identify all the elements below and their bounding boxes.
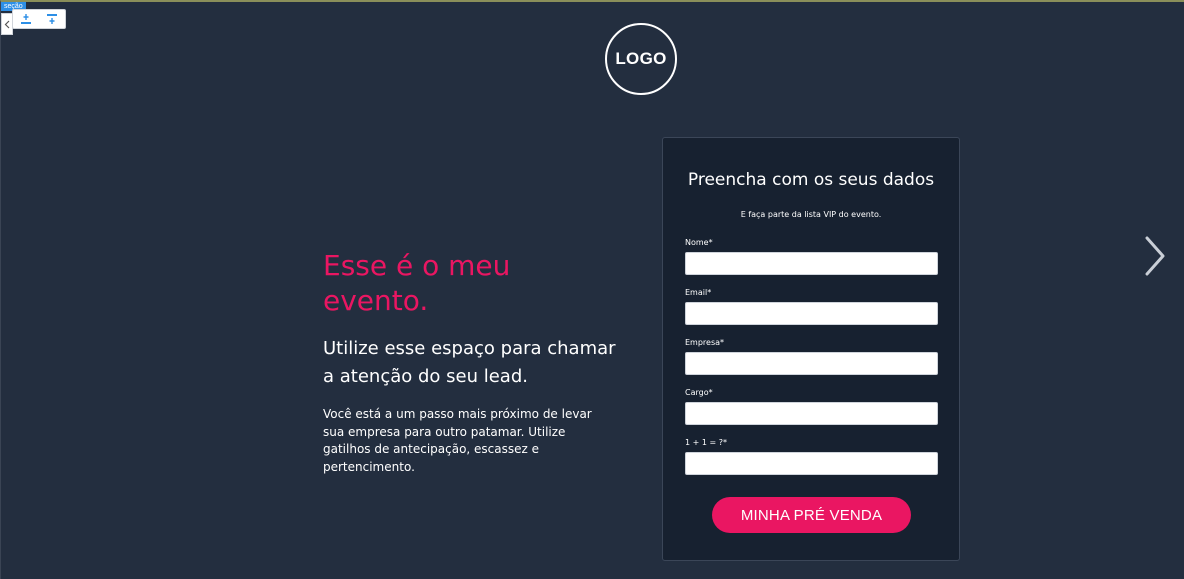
role-field-group: Cargo* bbox=[685, 388, 938, 425]
company-label: Empresa* bbox=[685, 338, 725, 347]
company-input[interactable] bbox=[685, 352, 938, 375]
role-label: Cargo* bbox=[685, 388, 713, 397]
signup-form: Preencha com os seus dados E faça parte … bbox=[662, 137, 960, 561]
submit-button[interactable]: MINHA PRÉ VENDA bbox=[712, 497, 911, 533]
hero-content: Esse é o meu evento. Utilize esse espaço… bbox=[323, 248, 623, 476]
logo: LOGO bbox=[605, 23, 677, 95]
name-field-group: Nome* bbox=[685, 238, 938, 275]
email-input[interactable] bbox=[685, 302, 938, 325]
landing-page: seção LOGO Esse é o meu evento. Utilize … bbox=[0, 0, 1184, 579]
next-slide-button[interactable] bbox=[1141, 234, 1169, 278]
chevron-left-icon bbox=[4, 20, 10, 28]
email-label: Email* bbox=[685, 288, 712, 297]
hero-headline: Esse é o meu evento. bbox=[323, 249, 511, 317]
captcha-input[interactable] bbox=[685, 452, 938, 475]
add-section-below-button[interactable] bbox=[45, 12, 59, 26]
chevron-right-icon bbox=[1145, 236, 1165, 276]
add-section-above-button[interactable] bbox=[19, 12, 33, 26]
form-title: Preencha com os seus dados bbox=[687, 170, 935, 190]
role-input[interactable] bbox=[685, 402, 938, 425]
add-section-above-icon bbox=[21, 14, 31, 24]
company-field-group: Empresa* bbox=[685, 338, 938, 375]
name-input[interactable] bbox=[685, 252, 938, 275]
form-subtitle: E faça parte da lista VIP do evento. bbox=[740, 210, 882, 219]
name-label: Nome* bbox=[685, 238, 713, 247]
add-section-below-icon bbox=[47, 14, 57, 24]
captcha-field-group: 1 + 1 = ?* bbox=[685, 438, 938, 475]
captcha-label: 1 + 1 = ?* bbox=[685, 438, 728, 447]
hero-subheadline: Utilize esse espaço para chamar a atençã… bbox=[323, 338, 616, 387]
section-edit-toolbar bbox=[12, 9, 66, 29]
email-field-group: Email* bbox=[685, 288, 938, 325]
hero-body: Você está a um passo mais próximo de lev… bbox=[323, 407, 592, 474]
